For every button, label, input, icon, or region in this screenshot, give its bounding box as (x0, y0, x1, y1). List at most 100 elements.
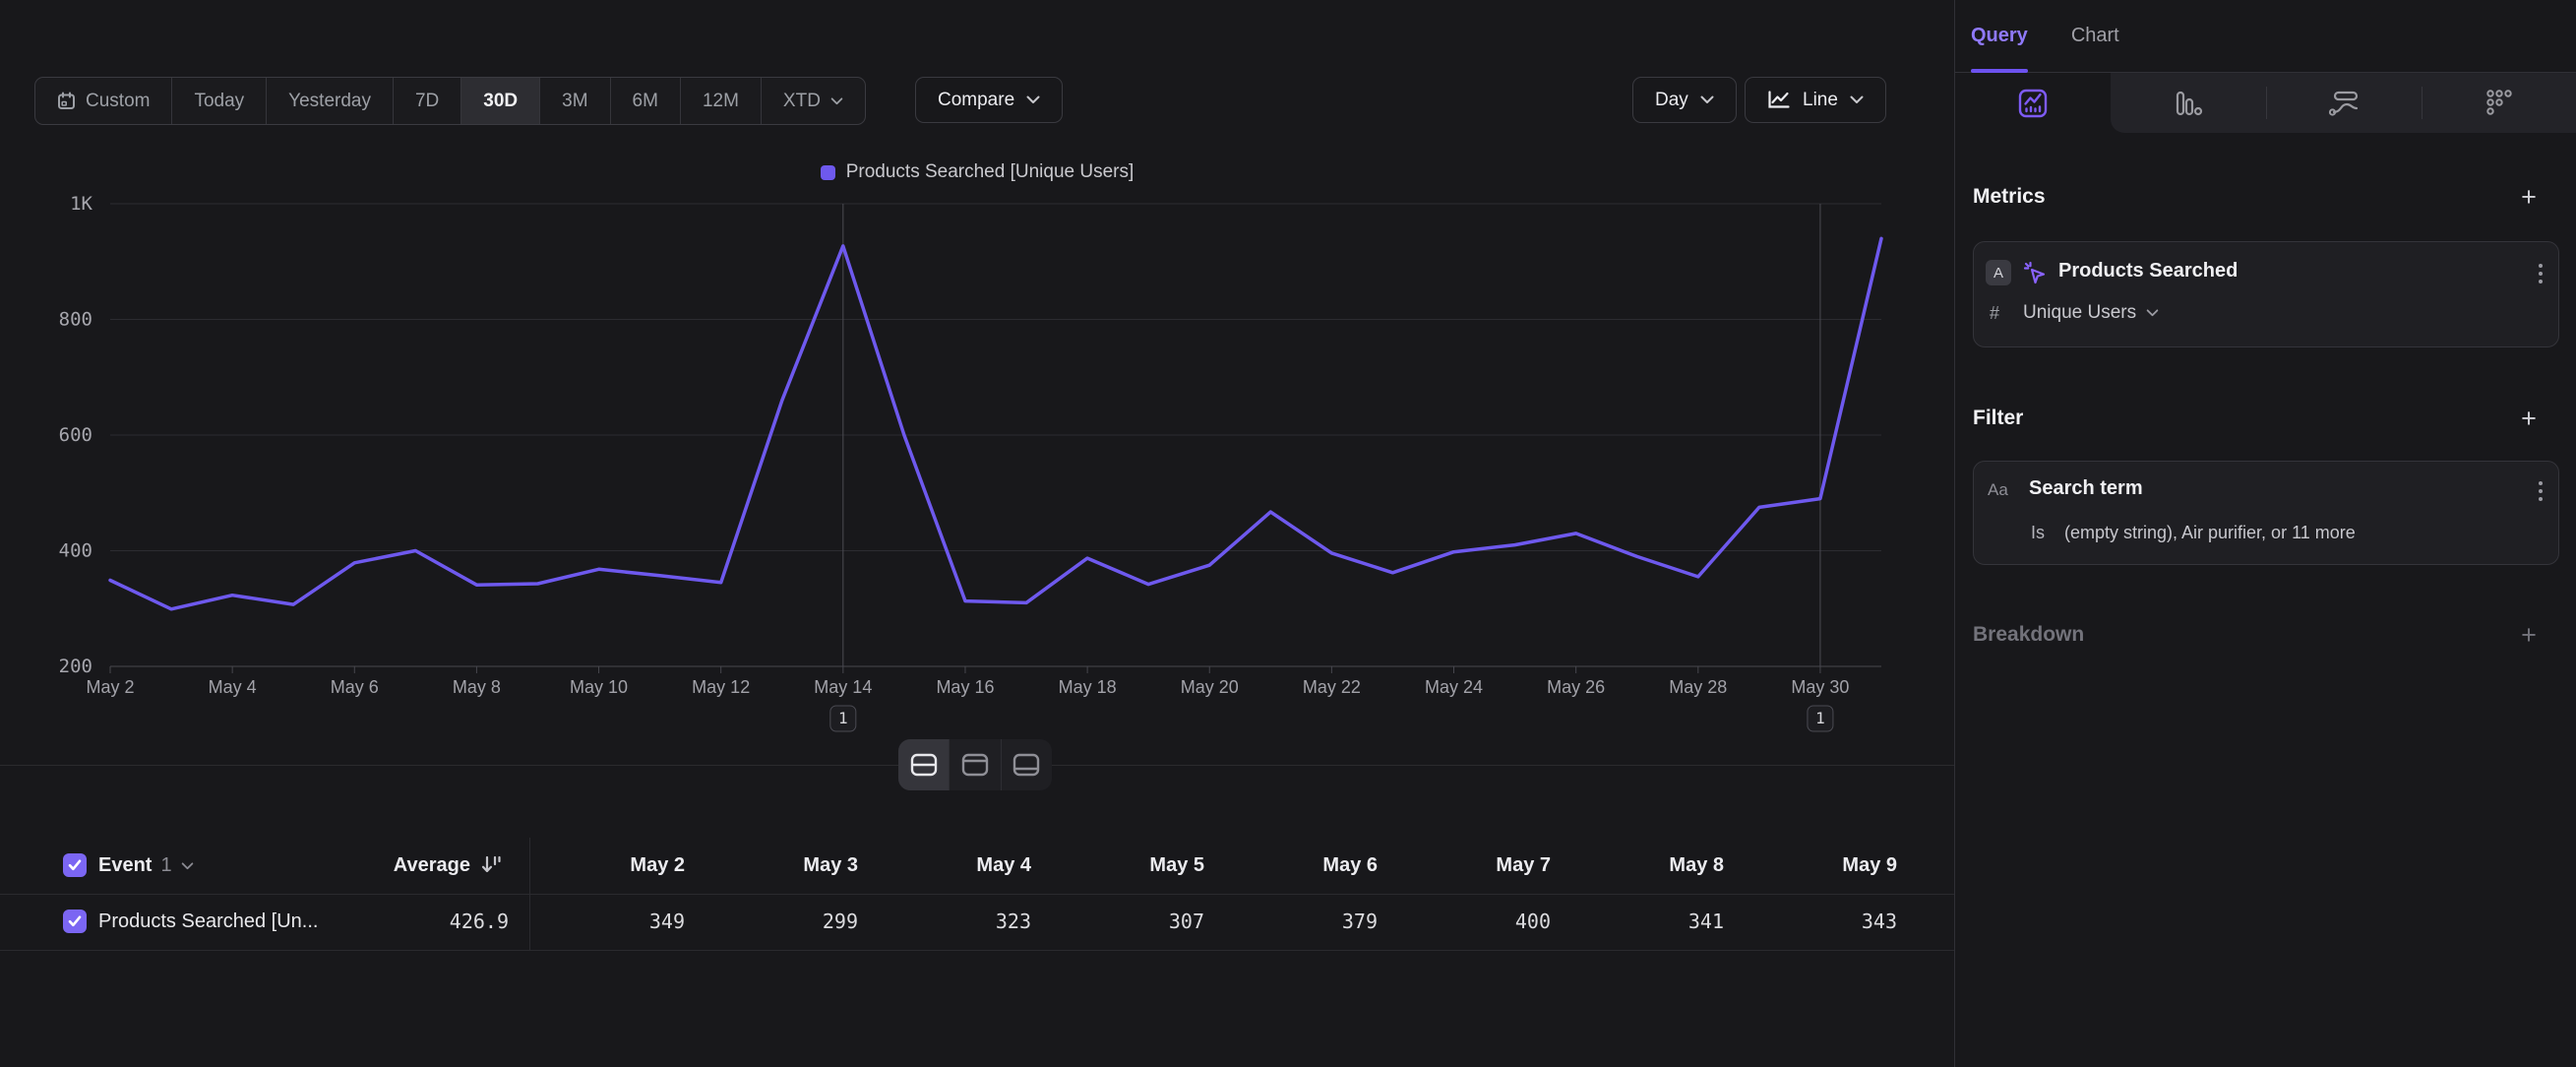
x-axis-label: May 2 (86, 677, 134, 697)
main-column: Custom Today Yesterday 7D 30D 3M 6M 12M XTD Comp… (0, 0, 1954, 1067)
date-range-6m[interactable]: 6M (610, 78, 680, 124)
table-cell: 349 (520, 894, 693, 950)
table-cell: 343 (1732, 894, 1905, 950)
x-axis-label: May 14 (814, 677, 872, 697)
top-view-icon (961, 753, 989, 777)
view-tab-retention[interactable] (2422, 73, 2576, 133)
view-tab-funnels[interactable] (2111, 73, 2266, 133)
metric-letter-badge: A (1986, 260, 2011, 285)
column-header[interactable]: May 5 (1039, 838, 1212, 894)
column-header[interactable]: May 6 (1212, 838, 1385, 894)
column-header[interactable]: May 9 (1732, 838, 1905, 894)
y-axis-label: 1K (70, 193, 92, 215)
x-axis-label: May 16 (936, 677, 994, 697)
add-metric-button[interactable]: + (2514, 182, 2544, 213)
column-header[interactable]: May 7 (1385, 838, 1559, 894)
filter-card[interactable]: Aa Search term Is (empty string), Air pu… (1973, 461, 2559, 565)
date-range-30d[interactable]: 30D (460, 78, 539, 124)
line-chart[interactable]: 2004006008001KMay 2May 4May 6May 8May 10… (59, 192, 1909, 743)
y-axis-label: 200 (59, 656, 92, 677)
view-tab-flows[interactable] (2266, 73, 2422, 133)
metric-name[interactable]: Products Searched (2058, 260, 2238, 282)
x-axis-label: May 8 (453, 677, 501, 697)
x-axis-label: May 18 (1059, 677, 1117, 697)
date-range-12m[interactable]: 12M (680, 78, 761, 124)
kebab-menu-icon[interactable] (2539, 481, 2543, 501)
date-range-label: XTD (783, 91, 821, 112)
compare-button[interactable]: Compare (915, 77, 1063, 123)
filter-value[interactable]: (empty string), Air purifier, or 11 more (2064, 523, 2356, 543)
table-cell: 307 (1039, 894, 1212, 950)
table-cell: 323 (866, 894, 1039, 950)
tab-query[interactable]: Query (1971, 0, 2028, 73)
event-header-label: Event (98, 854, 152, 877)
date-range-today[interactable]: Today (171, 78, 266, 124)
table-row-divider (0, 950, 1954, 951)
table-date-header-row: May 2May 3May 4May 5May 6May 7May 8May 9 (520, 838, 1905, 894)
date-range-yesterday[interactable]: Yesterday (266, 78, 393, 124)
line-chart-icon (1767, 91, 1791, 109)
layout-split-button[interactable] (898, 739, 949, 790)
filter-type-badge: Aa (1988, 480, 2008, 500)
column-header[interactable]: May 3 (693, 838, 866, 894)
metric-aggregation[interactable]: Unique Users (2023, 302, 2159, 324)
date-range-label: Yesterday (288, 91, 371, 112)
bar-chart-icon (2174, 89, 2203, 118)
table-cell: 379 (1212, 894, 1385, 950)
event-header[interactable]: Event 1 (98, 838, 194, 894)
x-axis-label: May 6 (331, 677, 379, 697)
x-axis-label: May 26 (1547, 677, 1605, 697)
column-header[interactable]: May 8 (1559, 838, 1732, 894)
filter-section-title: Filter (1973, 407, 2023, 430)
series-line[interactable] (110, 238, 1881, 609)
date-range-label: 3M (562, 91, 587, 112)
layout-toggle-group (898, 739, 1052, 790)
table-column-divider (529, 838, 530, 950)
metric-aggregation-label: Unique Users (2023, 302, 2136, 324)
sort-icon[interactable] (480, 853, 504, 877)
date-range-custom[interactable]: Custom (35, 78, 171, 124)
select-all-checkbox[interactable] (63, 853, 87, 877)
calendar-icon (57, 92, 76, 110)
view-tab-insights[interactable] (1955, 73, 2111, 133)
kebab-menu-icon[interactable] (2539, 264, 2543, 283)
date-range-label: Custom (86, 91, 150, 112)
chart-type-button[interactable]: Line (1745, 77, 1886, 123)
date-range-label: 6M (633, 91, 658, 112)
legend-label: Products Searched [Unique Users] (846, 161, 1135, 183)
add-filter-button[interactable]: + (2514, 404, 2544, 434)
date-range-label: 30D (483, 91, 518, 112)
date-range-xtd[interactable]: XTD (761, 78, 865, 124)
x-axis-label: May 22 (1303, 677, 1361, 697)
table-cell: 400 (1385, 894, 1559, 950)
layout-chart-button[interactable] (949, 739, 1000, 790)
filter-property-name[interactable]: Search term (2029, 477, 2143, 500)
chart-legend: Products Searched [Unique Users] (0, 161, 1954, 183)
y-axis-label: 400 (59, 540, 92, 562)
split-view-icon (910, 753, 938, 777)
event-count: 1 (160, 854, 171, 877)
event-cursor-icon (2021, 259, 2049, 286)
add-breakdown-button[interactable]: + (2514, 620, 2544, 651)
layout-table-button[interactable] (1001, 739, 1052, 790)
column-header[interactable]: May 2 (520, 838, 693, 894)
query-panel: Query Chart Metrics + A Pr (1954, 0, 2576, 1067)
column-header[interactable]: May 4 (866, 838, 1039, 894)
x-axis-label: May 28 (1669, 677, 1727, 697)
check-icon (68, 915, 82, 927)
metric-card[interactable]: A Products Searched # Unique Users (1973, 241, 2559, 347)
tab-chart[interactable]: Chart (2071, 0, 2119, 73)
granularity-button[interactable]: Day (1632, 77, 1737, 123)
granularity-label: Day (1655, 90, 1688, 111)
date-range-3m[interactable]: 3M (539, 78, 609, 124)
row-series-name[interactable]: Products Searched [Un... (98, 894, 318, 950)
legend-swatch (821, 165, 835, 180)
metrics-section-title: Metrics (1973, 185, 2046, 209)
table-value-row: 349299323307379400341343 (520, 894, 1905, 950)
date-range-7d[interactable]: 7D (393, 78, 460, 124)
average-header[interactable]: Average (295, 838, 470, 894)
view-type-strip (1955, 73, 2576, 133)
row-checkbox[interactable] (63, 910, 87, 933)
chart-type-label: Line (1803, 90, 1838, 111)
filter-operator[interactable]: Is (2031, 523, 2045, 543)
